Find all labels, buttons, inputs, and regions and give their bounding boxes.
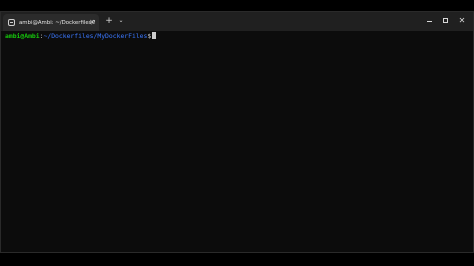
- tab-title: ambi@Ambi: ~/Dockerfiles/M: [19, 19, 95, 26]
- new-tab-button[interactable]: +: [104, 15, 114, 27]
- terminal-window: ambi@Ambi: ~/Dockerfiles/M × + ⌄ ✕ ambi@…: [0, 11, 474, 253]
- tab-terminal[interactable]: ambi@Ambi: ~/Dockerfiles/M ×: [3, 14, 99, 31]
- title-bar[interactable]: ambi@Ambi: ~/Dockerfiles/M × + ⌄ ✕: [1, 12, 473, 31]
- chevron-down-icon[interactable]: ⌄: [117, 15, 125, 27]
- terminal-icon: [8, 19, 15, 26]
- close-window-button[interactable]: ✕: [457, 15, 467, 27]
- minimize-icon: [427, 21, 432, 22]
- minimize-button[interactable]: [425, 15, 435, 27]
- maximize-icon: [443, 18, 448, 23]
- text-cursor: [152, 32, 157, 39]
- prompt-user-host: ambi@Ambi: [5, 32, 40, 40]
- maximize-button[interactable]: [441, 15, 451, 27]
- prompt-path: ~/Dockerfiles/MyDockerFiles: [43, 32, 148, 40]
- shell-prompt: ambi@Ambi:~/Dockerfiles/MyDockerFiles$: [5, 32, 157, 40]
- close-tab-icon[interactable]: ×: [89, 17, 95, 27]
- prompt-symbol: $: [147, 32, 152, 40]
- terminal-output[interactable]: ambi@Ambi:~/Dockerfiles/MyDockerFiles$: [1, 31, 473, 252]
